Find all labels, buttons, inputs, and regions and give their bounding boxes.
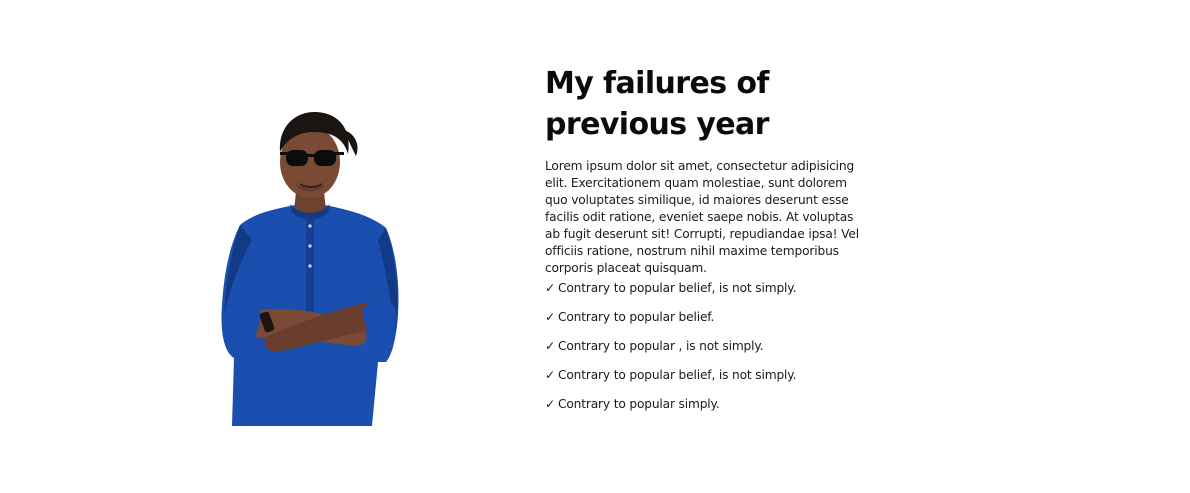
check-icon: ✓: [545, 310, 556, 324]
check-icon: ✓: [545, 281, 556, 295]
checklist-item-text: Contrary to popular belief.: [558, 310, 715, 324]
check-icon: ✓: [545, 397, 556, 411]
checklist-item-text: Contrary to popular , is not simply.: [558, 339, 764, 353]
checklist-item: ✓ Contrary to popular belief, is not simp…: [545, 280, 863, 297]
checklist-item: ✓ Contrary to popular belief, is not simp…: [545, 367, 863, 384]
checklist-item-text: Contrary to popular simply.: [558, 397, 720, 411]
check-icon: ✓: [545, 368, 556, 382]
checklist-item: ✓ Contrary to popular simply.: [545, 396, 863, 413]
content-column: My failures of previous year Lorem ipsum…: [545, 63, 863, 425]
checklist-item-text: Contrary to popular belief, is not simpl…: [558, 368, 797, 382]
section-description: Lorem ipsum dolor sit amet, consectetur …: [545, 159, 859, 275]
section-title: My failures of previous year: [545, 66, 769, 142]
check-icon: ✓: [545, 339, 556, 353]
checklist-item-text: Contrary to popular belief, is not simpl…: [558, 281, 797, 295]
checklist-item: ✓ Contrary to popular belief.: [545, 309, 863, 326]
profile-photo: [210, 100, 410, 426]
checklist: ✓ Contrary to popular belief, is not simp…: [545, 280, 863, 413]
checklist-item: ✓ Contrary to popular , is not simply.: [545, 338, 863, 355]
about-section: My failures of previous year Lorem ipsum…: [0, 0, 1190, 493]
